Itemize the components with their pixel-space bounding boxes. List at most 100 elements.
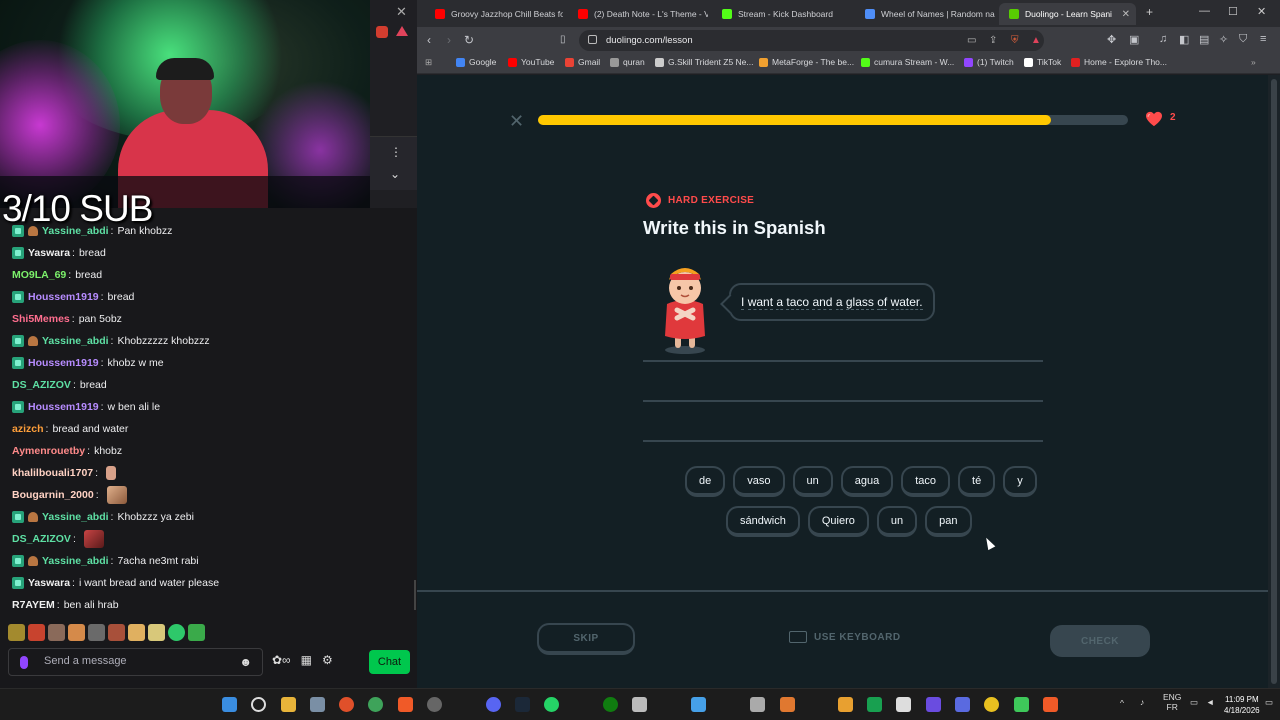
- word-tile[interactable]: taco: [901, 466, 951, 497]
- tab-duolingo[interactable]: Duolingo - Learn Spani ✕: [999, 3, 1136, 25]
- gear-icon[interactable]: ⚙: [322, 653, 333, 667]
- minimize-icon[interactable]: —: [1199, 5, 1210, 17]
- prompt-word[interactable]: taco: [786, 295, 810, 310]
- prompt-word[interactable]: want: [747, 295, 774, 310]
- chat-username[interactable]: Yaswara: [28, 574, 70, 592]
- store-icon[interactable]: [632, 697, 647, 712]
- subscriber-badge-icon[interactable]: [12, 555, 24, 567]
- chat-username[interactable]: Aymenrouetby: [12, 442, 85, 460]
- use-keyboard-button[interactable]: USE KEYBOARD: [789, 631, 901, 643]
- start-icon[interactable]: [222, 697, 237, 712]
- address-bar[interactable]: duolingo.com/lesson ▭ ⇪ ⛨ ▲: [579, 30, 1044, 51]
- tab-death-note[interactable]: (2) Death Note - L's Theme - Vi: [568, 3, 708, 25]
- chat-username[interactable]: azizch: [12, 420, 44, 438]
- back-icon[interactable]: ‹: [427, 33, 431, 47]
- reload-icon[interactable]: ↻: [464, 33, 474, 47]
- app-icon[interactable]: [310, 697, 325, 712]
- subscriber-badge-icon[interactable]: [12, 357, 24, 369]
- bits-icon[interactable]: ✿∞: [272, 653, 291, 667]
- chat-username[interactable]: Yassine_abdi: [42, 552, 109, 570]
- xbox-icon[interactable]: [603, 697, 618, 712]
- show-hidden-icons[interactable]: ^: [1120, 698, 1124, 708]
- volume-icon[interactable]: ◄: [1206, 697, 1214, 707]
- chat-username[interactable]: Shi5Memes: [12, 310, 70, 328]
- word-tile[interactable]: un: [876, 506, 918, 537]
- brave-shield-icon[interactable]: ⛨: [1011, 35, 1019, 46]
- subscriber-badge-icon[interactable]: [12, 335, 24, 347]
- chat-username[interactable]: Houssem1919: [28, 288, 99, 306]
- chat-username[interactable]: Houssem1919: [28, 354, 99, 372]
- chat-username[interactable]: Bougarnin_2000: [12, 486, 94, 504]
- settings-icon[interactable]: [427, 697, 442, 712]
- brave-icon[interactable]: [1043, 697, 1058, 712]
- emote-icon[interactable]: [108, 624, 125, 641]
- page-scrollbar[interactable]: [1268, 75, 1280, 688]
- tab-kick-dashboard[interactable]: Stream - Kick Dashboard: [712, 3, 852, 25]
- scrollbar-thumb[interactable]: [1271, 79, 1277, 684]
- prompt-word[interactable]: a: [776, 295, 784, 310]
- bookmark-home-explore[interactable]: Home - Explore Tho...: [1071, 57, 1167, 67]
- chat-username[interactable]: MO9LA_69: [12, 266, 66, 284]
- microphone-icon[interactable]: ♪: [1140, 697, 1144, 707]
- maximize-icon[interactable]: ☐: [1228, 5, 1238, 18]
- copilot-icon[interactable]: [691, 697, 706, 712]
- app-icon[interactable]: [867, 697, 882, 712]
- word-tile[interactable]: sándwich: [726, 506, 800, 537]
- chat-username[interactable]: khalilbouali1707: [12, 464, 93, 482]
- chat-username[interactable]: Yassine_abdi: [42, 332, 109, 350]
- bookmark-quran[interactable]: quran: [610, 57, 645, 67]
- app-icon[interactable]: [926, 697, 941, 712]
- word-tile[interactable]: Quiero: [807, 506, 869, 537]
- chat-username[interactable]: R7AYEM: [12, 596, 55, 614]
- language-indicator[interactable]: ENG FR: [1163, 692, 1181, 712]
- steam-icon[interactable]: [515, 697, 530, 712]
- subscriber-badge-icon[interactable]: [12, 247, 24, 259]
- prompt-word[interactable]: a: [835, 295, 843, 310]
- more-bookmarks-icon[interactable]: »: [1251, 57, 1256, 67]
- chat-username[interactable]: Yassine_abdi: [42, 222, 109, 240]
- extension-icon[interactable]: [376, 26, 388, 38]
- gifter-badge-icon[interactable]: [28, 556, 38, 566]
- chat-message-input[interactable]: Send a message ☻: [8, 648, 263, 676]
- bookmark-gmail[interactable]: Gmail: [565, 57, 600, 67]
- emote-icon[interactable]: [28, 624, 45, 641]
- app-icon[interactable]: [838, 697, 853, 712]
- leo-icon[interactable]: ✧: [1219, 33, 1228, 46]
- chat-username[interactable]: DS_AZIZOV: [12, 376, 71, 394]
- skip-button[interactable]: SKIP: [537, 623, 635, 655]
- chat-send-button[interactable]: Chat: [369, 650, 410, 674]
- subscriber-badge-icon[interactable]: [12, 401, 24, 413]
- emote-icon[interactable]: [148, 624, 165, 641]
- forward-icon[interactable]: ›: [447, 33, 451, 47]
- app-icon[interactable]: [750, 697, 765, 712]
- emoji-icon[interactable]: ☻: [239, 655, 252, 669]
- subscriber-badge-icon[interactable]: [12, 291, 24, 303]
- close-lesson-icon[interactable]: ✕: [509, 111, 524, 132]
- prompt-word[interactable]: I: [741, 295, 745, 310]
- bookmark-tiktok[interactable]: TikTok: [1024, 57, 1061, 67]
- chat-username[interactable]: Yassine_abdi: [42, 508, 109, 526]
- chat-emote[interactable]: [106, 486, 127, 504]
- chat-emote[interactable]: [83, 530, 104, 548]
- network-icon[interactable]: ▭: [1190, 697, 1198, 708]
- prompt-word[interactable]: of: [877, 295, 888, 310]
- screen-icon[interactable]: ▭: [967, 35, 976, 46]
- chat-menu[interactable]: ⋮ ⌄: [370, 136, 417, 190]
- warning-extension-icon[interactable]: [396, 26, 408, 36]
- panel-scrollbar[interactable]: [414, 580, 416, 610]
- word-tile[interactable]: de: [685, 466, 726, 497]
- prompt-word[interactable]: glass: [845, 295, 874, 310]
- prompt-word[interactable]: and: [812, 295, 833, 310]
- chat-emote[interactable]: [106, 466, 117, 480]
- app-icon[interactable]: [896, 697, 911, 712]
- app-icon[interactable]: [955, 697, 970, 712]
- chrome-icon[interactable]: [368, 697, 383, 712]
- store-icon[interactable]: ▦: [301, 653, 312, 667]
- wallet-icon[interactable]: ▤: [1199, 33, 1209, 46]
- emote-icon[interactable]: [168, 624, 185, 641]
- emote-icon[interactable]: [48, 624, 65, 641]
- media-icon[interactable]: ▣: [1129, 33, 1139, 46]
- chat-username[interactable]: Houssem1919: [28, 398, 99, 416]
- subscriber-badge-icon[interactable]: [12, 511, 24, 523]
- bookmark-google[interactable]: Google: [456, 57, 496, 67]
